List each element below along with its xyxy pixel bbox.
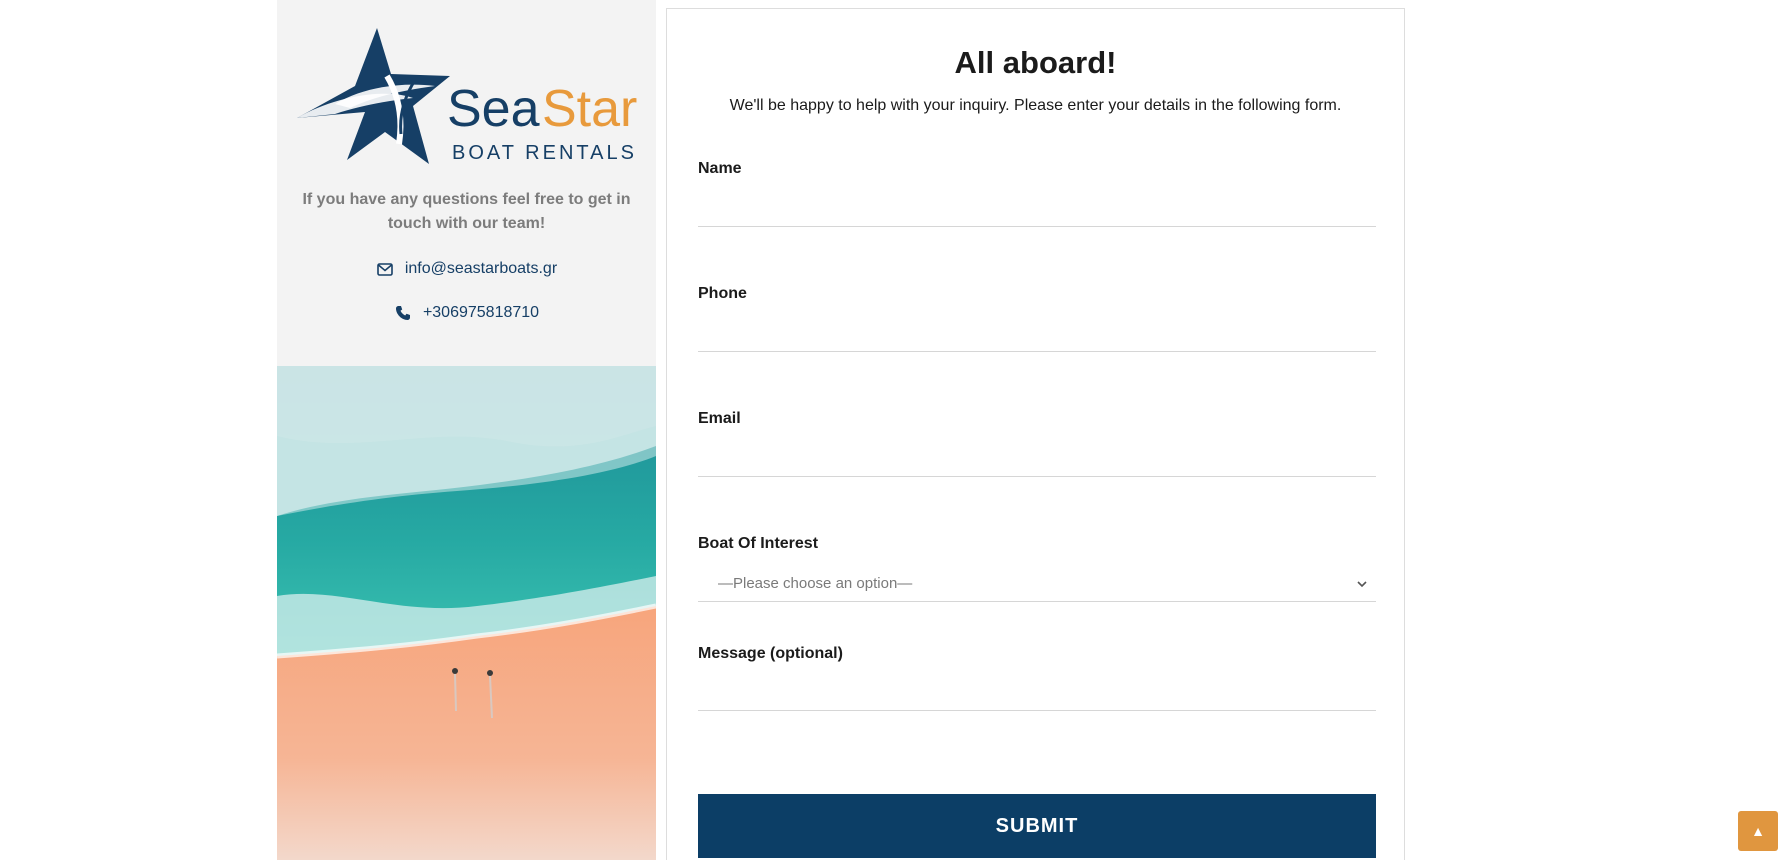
form-subtitle: We'll be happy to help with your inquiry… [729,97,1342,114]
boat-of-interest-select[interactable]: —Please choose an option— [698,568,1376,602]
submit-button[interactable]: SUBMIT [698,794,1376,858]
contact-sidebar: Sea Star BOAT RENTALS If you have any qu… [277,0,656,860]
message-field[interactable] [698,679,1376,711]
page: Sea Star BOAT RENTALS If you have any qu… [0,0,1783,860]
phone-link[interactable]: +306975818710 [423,304,539,322]
phone-label: Phone [698,285,747,302]
email-field[interactable] [698,445,1376,477]
svg-text:Sea: Sea [447,80,540,138]
email-label: Email [698,410,741,427]
phone-field[interactable] [698,320,1376,352]
name-label: Name [698,160,742,177]
envelope-icon [376,260,394,278]
sidebar-tagline: If you have any questions feel free to g… [302,191,631,232]
form-title: All aboard! [954,45,1117,80]
beach-aerial-image [277,366,656,860]
name-field[interactable] [698,195,1376,227]
chevron-down-icon [1357,581,1367,588]
seastar-logo: Sea Star BOAT RENTALS [297,28,637,164]
phone-icon [394,304,412,322]
boat-of-interest-label: Boat Of Interest [698,535,819,552]
email-contact[interactable]: info@seastarboats.gr [277,258,656,280]
svg-text:BOAT RENTALS: BOAT RENTALS [452,142,637,164]
inquiry-form-card: All aboard! We'll be happy to help with … [666,8,1405,860]
boat-selected-value: —Please choose an option— [718,575,913,592]
phone-contact[interactable]: +306975818710 [277,302,656,324]
back-to-top-button[interactable]: ▲ [1738,811,1778,851]
email-link[interactable]: info@seastarboats.gr [405,260,557,278]
message-label: Message (optional) [698,645,843,662]
svg-text:Star: Star [542,80,637,138]
